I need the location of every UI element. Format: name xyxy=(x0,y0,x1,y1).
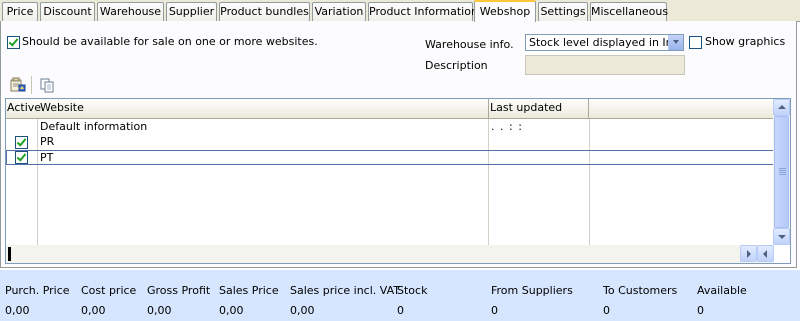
scroll-down-icon[interactable] xyxy=(773,228,790,245)
sales-price-incl-vat-label: Sales price incl. VAT xyxy=(290,284,400,297)
tab-warehouse[interactable]: Warehouse xyxy=(97,2,164,21)
website-cell: PT xyxy=(40,151,54,164)
tab-product-information[interactable]: Product Information xyxy=(368,2,478,21)
tab-discount[interactable]: Discount xyxy=(40,2,95,21)
grid-header: Active Website Last updated xyxy=(6,99,774,119)
copy-icon[interactable] xyxy=(39,77,55,93)
tab-miscellaneous[interactable]: Miscellaneous xyxy=(590,2,668,21)
column-header-website[interactable]: Website xyxy=(39,99,489,118)
toolbar-separator xyxy=(31,76,32,94)
column-header-active[interactable]: Active xyxy=(6,99,41,118)
show-graphics-checkbox[interactable] xyxy=(689,36,702,49)
gross-profit-label: Gross Profit xyxy=(147,284,211,297)
tab-supplier[interactable]: Supplier xyxy=(166,2,217,21)
table-row[interactable]: PT xyxy=(6,150,774,165)
active-checkbox[interactable] xyxy=(15,151,28,164)
from-suppliers-value: 0 xyxy=(491,304,498,317)
horizontal-scrollbar[interactable] xyxy=(6,245,774,263)
price-summary-footer: Purch. Price 0,00 Cost price 0,00 Gross … xyxy=(0,270,800,321)
sales-price-incl-vat-value: 0,00 xyxy=(290,304,315,317)
to-customers-value: 0 xyxy=(603,304,610,317)
tab-product-bundles[interactable]: Product bundles xyxy=(219,2,310,21)
tab-variation[interactable]: Variation xyxy=(312,2,366,21)
purch-price-label: Purch. Price xyxy=(5,284,70,297)
warehouse-info-value: Stock level displayed in Inter xyxy=(529,36,684,49)
tab-settings[interactable]: Settings xyxy=(538,2,588,21)
from-suppliers-label: From Suppliers xyxy=(491,284,573,297)
scroll-thumb[interactable] xyxy=(774,116,789,228)
scroll-left-icon[interactable] xyxy=(757,245,774,262)
scroll-up-icon[interactable] xyxy=(773,99,790,116)
website-cell: Default information xyxy=(40,120,148,133)
cost-price-value: 0,00 xyxy=(81,304,106,317)
sales-price-label: Sales Price xyxy=(219,284,279,297)
edit-website-icon[interactable] xyxy=(10,77,26,93)
available-value: 0 xyxy=(697,304,704,317)
available-for-sale-label: Should be available for sale on one or m… xyxy=(22,35,318,48)
show-graphics-label: Show graphics xyxy=(705,35,786,48)
description-label: Description xyxy=(425,59,488,72)
gross-profit-value: 0,00 xyxy=(147,304,172,317)
active-checkbox[interactable] xyxy=(15,136,28,149)
sales-price-value: 0,00 xyxy=(219,304,244,317)
stock-label: Stock xyxy=(397,284,428,297)
warehouse-info-label: Warehouse info. xyxy=(425,38,514,51)
scroll-right-icon[interactable] xyxy=(740,245,757,262)
last-updated-cell: . . : : xyxy=(491,120,523,133)
table-row[interactable]: Default information . . : : xyxy=(6,120,774,135)
column-header-last-updated[interactable]: Last updated xyxy=(489,99,589,118)
available-label: Available xyxy=(697,284,747,297)
table-row[interactable]: PR xyxy=(6,135,774,150)
horizontal-scroll-thumb[interactable] xyxy=(8,247,11,261)
stock-value: 0 xyxy=(397,304,404,317)
available-for-sale-checkbox[interactable] xyxy=(7,36,20,49)
warehouse-info-select[interactable]: Stock level displayed in Inter xyxy=(525,34,684,51)
chevron-down-icon[interactable] xyxy=(668,35,683,50)
cost-price-label: Cost price xyxy=(81,284,137,297)
to-customers-label: To Customers xyxy=(603,284,678,297)
vertical-scrollbar[interactable] xyxy=(773,99,790,245)
purch-price-value: 0,00 xyxy=(5,304,30,317)
tab-price[interactable]: Price xyxy=(2,2,38,21)
tab-webshop[interactable]: Webshop xyxy=(474,0,536,22)
websites-grid: Active Website Last updated Default info… xyxy=(5,98,791,264)
website-cell: PR xyxy=(40,135,55,148)
description-field[interactable] xyxy=(525,55,685,75)
